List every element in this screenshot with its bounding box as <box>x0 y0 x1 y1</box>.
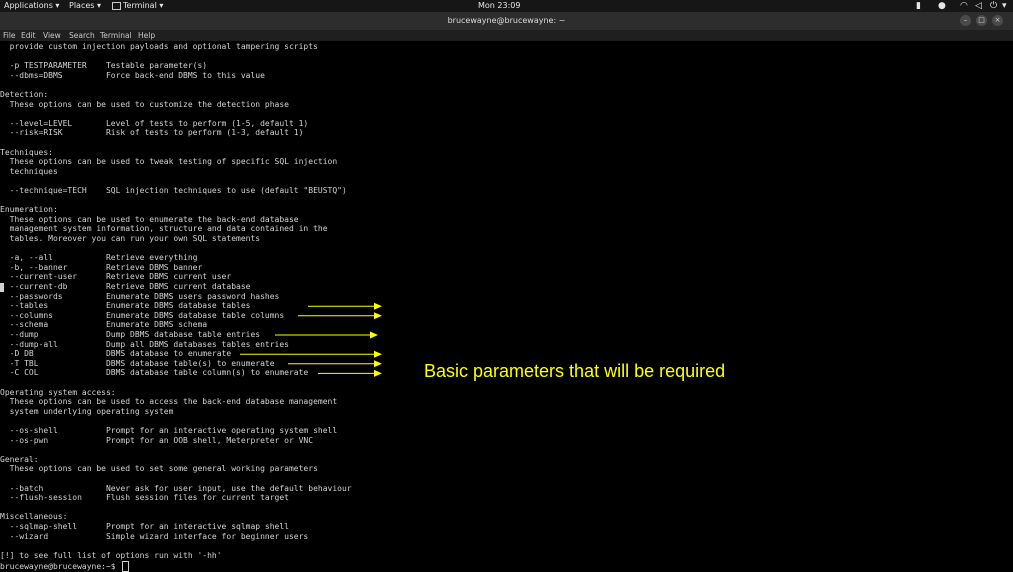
menu-view[interactable]: View <box>43 30 61 41</box>
annotation-text: Basic parameters that will be required <box>424 361 726 381</box>
maximize-button[interactable]: □ <box>976 15 987 26</box>
clock[interactable]: Mon 23:09 <box>478 0 520 12</box>
menu-help[interactable]: Help <box>138 30 155 41</box>
wifi-icon[interactable]: ◠ <box>960 0 968 12</box>
top-panel: Applications ▾ Places ▾ Terminal ▾ Mon 2… <box>0 0 1013 12</box>
window-title: brucewayne@brucewayne: ~ <box>447 16 566 25</box>
menu-edit[interactable]: Edit <box>21 30 36 41</box>
minimize-button[interactable]: – <box>960 15 971 26</box>
arrow-head <box>374 350 382 358</box>
arrow-head <box>374 360 382 368</box>
arrow-head <box>374 369 382 377</box>
terminal-app-label: Terminal ▾ <box>123 1 164 10</box>
terminal-area[interactable]: provide custom injection payloads and op… <box>0 41 1013 572</box>
terminal-menubar: File Edit View Search Terminal Help <box>0 30 1013 41</box>
terminal-icon <box>112 1 121 10</box>
menu-file[interactable]: File <box>3 30 16 41</box>
cursor <box>122 561 130 572</box>
annotation-arrows <box>240 302 382 377</box>
applications-menu[interactable]: Applications ▾ <box>4 0 59 12</box>
volume-icon[interactable]: ◁ <box>975 0 982 12</box>
menu-search[interactable]: Search <box>69 30 95 41</box>
arrow-head <box>374 312 382 320</box>
power-icon[interactable]: ⏻ <box>990 0 997 12</box>
arrow-head <box>370 331 378 339</box>
terminal-app-menu[interactable]: Terminal ▾ <box>112 0 163 12</box>
camera-icon[interactable]: ● <box>938 0 946 12</box>
menu-terminal[interactable]: Terminal <box>100 30 132 41</box>
prompt-line[interactable]: brucewayne@brucewayne:~$ <box>0 561 130 572</box>
workspace-icon[interactable]: ▮ <box>916 0 921 12</box>
places-menu[interactable]: Places ▾ <box>69 0 101 12</box>
shell-prompt: brucewayne@brucewayne:~$ <box>0 562 121 571</box>
window-titlebar: brucewayne@brucewayne: ~ – □ × <box>0 12 1013 30</box>
close-button[interactable]: × <box>992 15 1003 26</box>
chevron-down-icon[interactable]: ▾ <box>1002 0 1007 12</box>
arrow-head <box>374 302 382 310</box>
